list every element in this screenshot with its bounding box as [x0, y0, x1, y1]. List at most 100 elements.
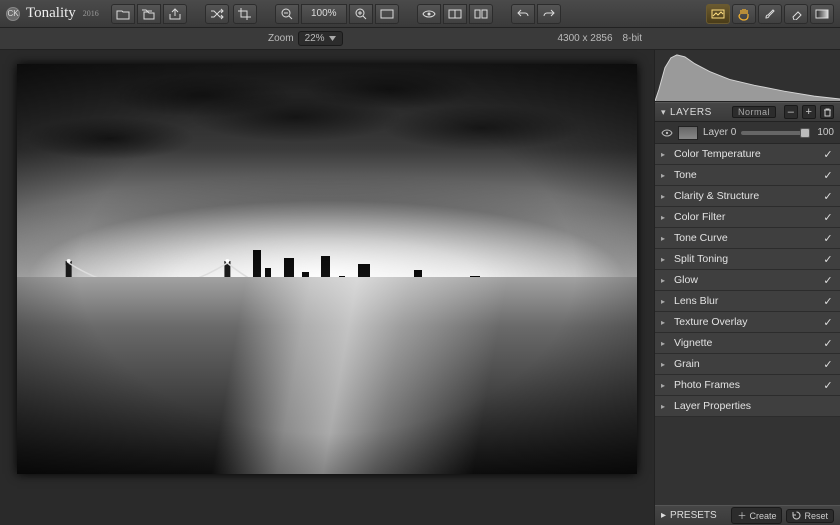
triangle-right-icon: ▸	[661, 318, 669, 327]
blend-mode-select[interactable]: Normal	[732, 106, 776, 118]
eraser-tool-button[interactable]	[784, 4, 808, 24]
layer-visibility-toggle[interactable]	[661, 129, 673, 137]
adjustment-texture-overlay[interactable]: ▸ Texture Overlay ✓	[655, 312, 840, 333]
adjustment-tone-curve[interactable]: ▸Tone Curve✓	[655, 228, 840, 249]
brush-icon	[764, 8, 776, 20]
image-bitdepth: 8-bit	[623, 33, 642, 44]
adjustment-label: Glow	[674, 274, 698, 286]
adjustment-enabled-toggle[interactable]: ✓	[822, 253, 834, 266]
adjustment-enabled-toggle[interactable]: ✓	[822, 316, 834, 329]
shuffle-button[interactable]	[205, 4, 229, 24]
adjustment-split-toning[interactable]: ▸ Split Toning ✓	[655, 249, 840, 270]
batch-button[interactable]	[137, 4, 161, 24]
redo-button[interactable]	[537, 4, 561, 24]
adjustment-clarity-structure[interactable]: ▸Clarity & Structure✓	[655, 186, 840, 207]
info-bar: Zoom 22% 4300 x 2856 8-bit	[0, 28, 840, 50]
zoom-label: Zoom	[268, 33, 294, 44]
eye-icon	[422, 9, 436, 19]
compare-button[interactable]	[443, 4, 467, 24]
adjustment-label: Texture Overlay	[674, 316, 748, 328]
adjustment-lens-blur[interactable]: ▸Lens Blur✓	[655, 291, 840, 312]
adjustment-label: Photo Frames	[674, 379, 740, 391]
adjustment-enabled-toggle[interactable]: ✓	[822, 379, 834, 392]
crop-button[interactable]	[233, 4, 257, 24]
zoom-out-icon	[281, 8, 293, 20]
presets-panel-header[interactable]: ▸ PRESETS ＋Create Reset	[655, 505, 840, 525]
triangle-right-icon: ▸	[661, 171, 669, 180]
layers-panel-header[interactable]: ▾ LAYERS Normal – +	[655, 102, 840, 122]
create-preset-button[interactable]: ＋Create	[731, 507, 782, 524]
hand-icon	[738, 7, 750, 21]
adjustment-enabled-toggle[interactable]: ✓	[822, 148, 834, 161]
adjustment-photo-frames[interactable]: ▸Photo Frames✓	[655, 375, 840, 396]
layer-row[interactable]: Layer 0 100	[655, 122, 840, 144]
histogram[interactable]	[655, 50, 840, 102]
shuffle-icon	[210, 8, 224, 20]
adjustment-color-filter[interactable]: ▸Color Filter✓	[655, 207, 840, 228]
triangle-right-icon: ▸	[661, 402, 669, 411]
chevron-down-icon	[329, 36, 336, 41]
eraser-icon	[790, 8, 802, 20]
navigator-button[interactable]	[706, 4, 730, 24]
layer-opacity-value: 100	[812, 127, 834, 138]
adjustment-label: Layer Properties	[674, 400, 751, 412]
presets-title: PRESETS	[670, 510, 717, 521]
adjustment-enabled-toggle[interactable]: ✓	[822, 295, 834, 308]
open-button[interactable]	[111, 4, 135, 24]
zoom-100-button[interactable]: 100%	[301, 4, 347, 24]
zoom-fit-button[interactable]	[375, 4, 399, 24]
brush-tool-button[interactable]	[758, 4, 782, 24]
reset-preset-button[interactable]: Reset	[786, 509, 834, 523]
adjustment-enabled-toggle[interactable]: ✓	[822, 190, 834, 203]
layers-options-button[interactable]: –	[784, 105, 798, 119]
app-name: Tonality	[26, 5, 76, 22]
adjustment-enabled-toggle[interactable]: ✓	[822, 358, 834, 371]
adjustment-label: Vignette	[674, 337, 712, 349]
zoom-dropdown[interactable]: 22%	[298, 31, 343, 46]
adjustment-label: Grain	[674, 358, 700, 370]
adjustment-label: Clarity & Structure	[674, 190, 759, 202]
adjustment-color-temperature[interactable]: ▸Color Temperature✓	[655, 144, 840, 165]
triangle-right-icon: ▸	[661, 339, 669, 348]
triangle-right-icon: ▸	[661, 360, 669, 369]
layer-name[interactable]: Layer 0	[703, 127, 736, 138]
gradient-tool-button[interactable]	[810, 4, 834, 24]
preview-button[interactable]	[417, 4, 441, 24]
adjustment-vignette[interactable]: ▸ Vignette ✓	[655, 333, 840, 354]
canvas-area[interactable]	[0, 50, 654, 525]
adjustment-tone[interactable]: ▸Tone✓	[655, 165, 840, 186]
folder-open-icon	[116, 8, 130, 20]
triangle-down-icon: ▾	[661, 107, 666, 118]
export-button[interactable]	[163, 4, 187, 24]
app-edition: 2016	[83, 9, 99, 18]
compare-icon	[448, 9, 462, 19]
gradient-icon	[815, 9, 829, 19]
delete-layer-button[interactable]	[820, 105, 834, 119]
pan-tool-button[interactable]	[732, 4, 756, 24]
adjustment-layer-properties[interactable]: ▸ Layer Properties	[655, 396, 840, 417]
adjustment-enabled-toggle[interactable]: ✓	[822, 274, 834, 287]
split-compare-button[interactable]	[469, 4, 493, 24]
zoom-in-icon	[355, 8, 367, 20]
zoom-in-button[interactable]	[349, 4, 373, 24]
triangle-right-icon: ▸	[661, 276, 669, 285]
crop-icon	[238, 8, 252, 20]
layer-opacity-slider[interactable]	[741, 131, 807, 135]
adjustment-enabled-toggle[interactable]: ✓	[822, 232, 834, 245]
undo-button[interactable]	[511, 4, 535, 24]
adjustment-label: Lens Blur	[674, 295, 718, 307]
adjustment-enabled-toggle[interactable]: ✓	[822, 337, 834, 350]
triangle-right-icon: ▸	[661, 255, 669, 264]
adjustment-enabled-toggle[interactable]: ✓	[822, 169, 834, 182]
adjustment-glow[interactable]: ▸ Glow ✓	[655, 270, 840, 291]
image-canvas[interactable]	[17, 64, 637, 474]
adjustment-grain[interactable]: ▸ Grain ✓	[655, 354, 840, 375]
zoom-out-button[interactable]	[275, 4, 299, 24]
triangle-right-icon: ▸	[661, 234, 669, 243]
layer-thumbnail[interactable]	[678, 126, 698, 140]
fit-screen-icon	[380, 9, 394, 19]
adjustments-list: ▸Color Temperature✓▸Tone✓▸Clarity & Stru…	[655, 144, 840, 417]
adjustment-enabled-toggle[interactable]: ✓	[822, 211, 834, 224]
adjustment-label: Split Toning	[674, 253, 728, 265]
add-layer-button[interactable]: +	[802, 105, 816, 119]
